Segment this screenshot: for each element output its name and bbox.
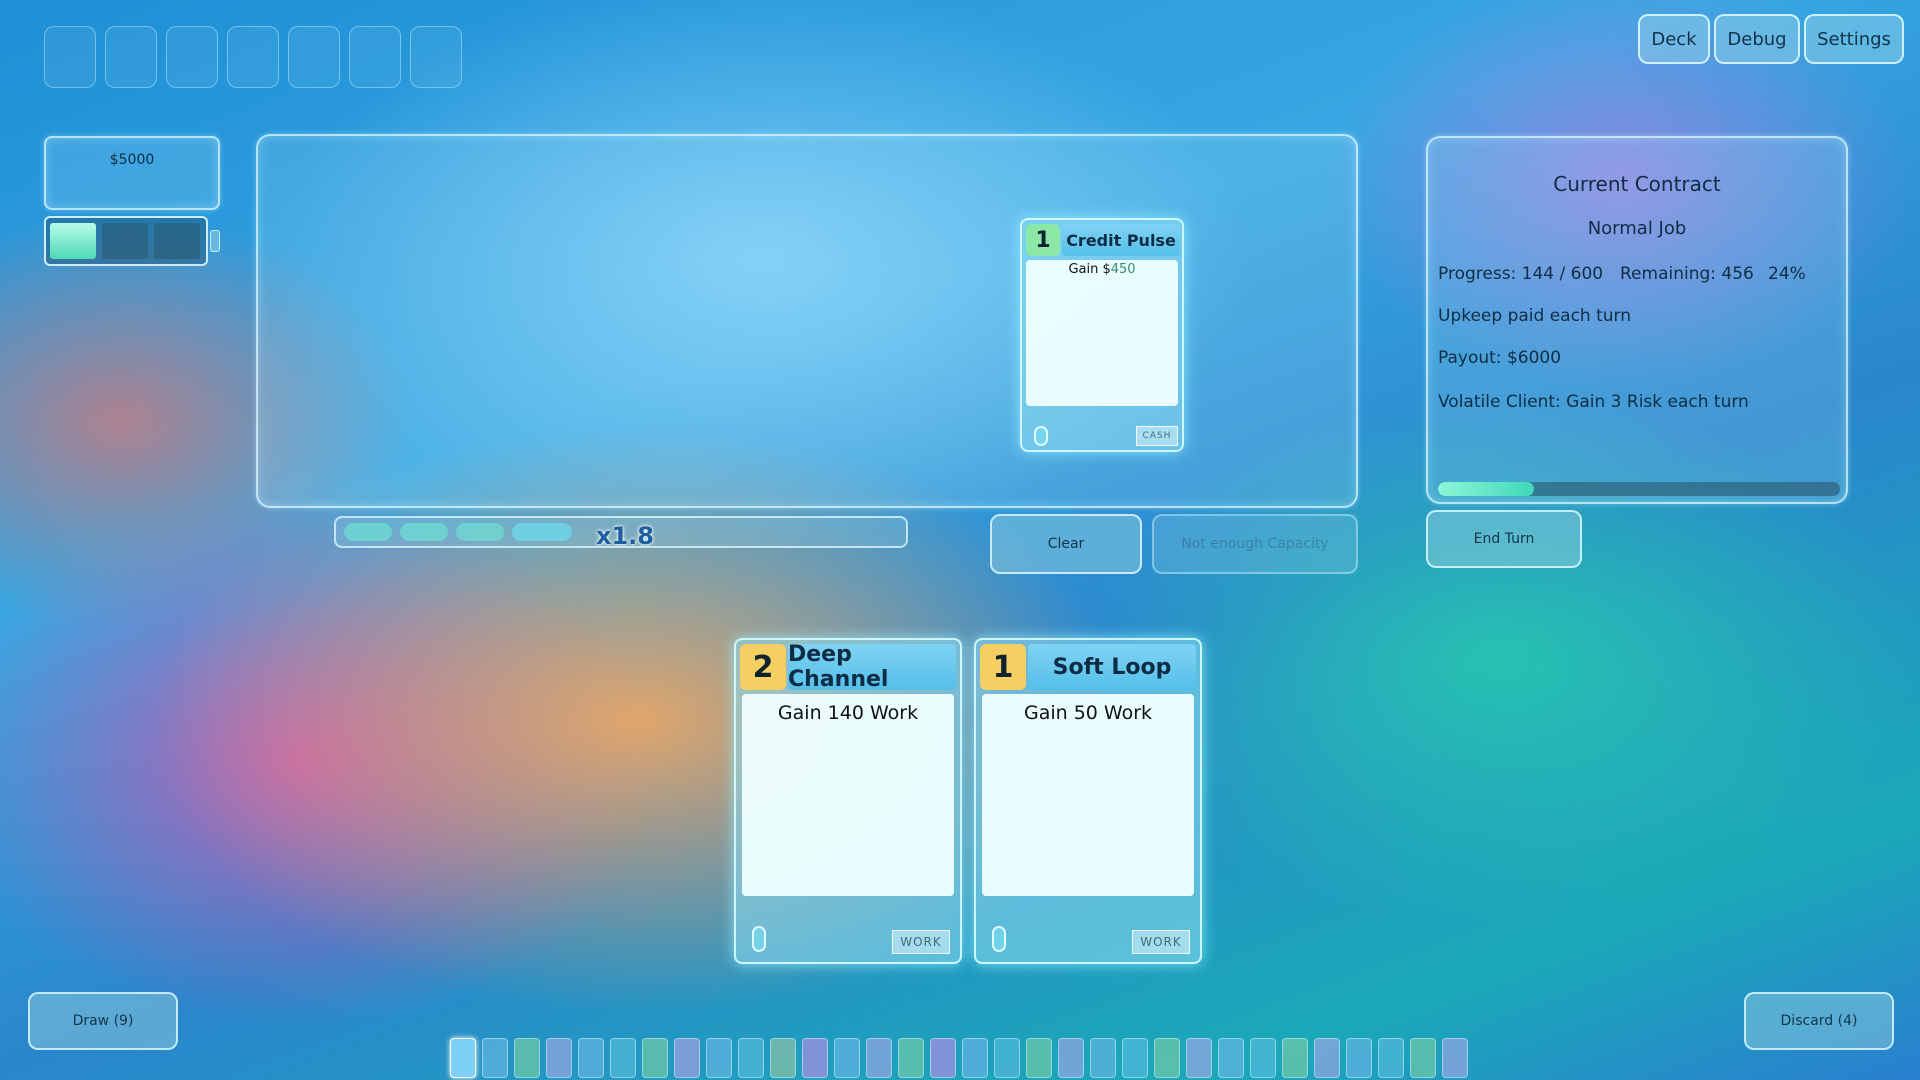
deck-strip-card[interactable] [1186, 1038, 1212, 1078]
energy-segment [102, 223, 148, 259]
contract-modifier: Volatile Client: Gain 3 Risk each turn [1438, 392, 1749, 412]
deck-strip-card[interactable] [898, 1038, 924, 1078]
multiplier-segment [512, 523, 572, 541]
deck-strip-card[interactable] [610, 1038, 636, 1078]
played-card-credit-pulse[interactable]: 1 Credit Pulse Gain $450 CASH [1020, 218, 1184, 452]
card-text: Gain 50 Work [982, 694, 1194, 896]
deck-strip-card[interactable] [1154, 1038, 1180, 1078]
card-title: Credit Pulse [1062, 224, 1180, 256]
deck-strip-card[interactable] [1218, 1038, 1244, 1078]
contract-payout: Payout: $6000 [1438, 348, 1562, 368]
deck-strip-card[interactable] [962, 1038, 988, 1078]
inventory-slot[interactable] [349, 26, 401, 88]
multiplier-segment [456, 523, 504, 541]
card-title: Soft Loop [1028, 644, 1196, 690]
deck-strip-card[interactable] [578, 1038, 604, 1078]
contract-progress: Progress: 144 / 600 [1438, 264, 1604, 284]
deck-strip-card[interactable] [1346, 1038, 1372, 1078]
energy-bar [44, 216, 208, 266]
card-pip [992, 926, 1006, 952]
inventory-slot[interactable] [44, 26, 96, 88]
card-text-prefix: Gain $ [1068, 262, 1111, 277]
deck-strip-card[interactable] [770, 1038, 796, 1078]
deck-strip-card[interactable] [1122, 1038, 1148, 1078]
deck-strip-card[interactable] [802, 1038, 828, 1078]
deck-strip-card[interactable] [1058, 1038, 1084, 1078]
deck-strip-card[interactable] [1026, 1038, 1052, 1078]
energy-segment [50, 223, 96, 259]
deck-strip-card[interactable] [994, 1038, 1020, 1078]
deck-strip-card[interactable] [930, 1038, 956, 1078]
multiplier-segment [400, 523, 448, 541]
contract-percent: 24% [1768, 264, 1806, 284]
debug-button[interactable]: Debug [1714, 14, 1800, 64]
card-tag: CASH [1136, 426, 1178, 446]
play-status-button[interactable]: Not enough Capacity [1152, 514, 1358, 574]
deck-strip-card[interactable] [1250, 1038, 1276, 1078]
inventory-slot[interactable] [288, 26, 340, 88]
deck-strip-card[interactable] [546, 1038, 572, 1078]
contract-remaining: Remaining: 456 [1620, 264, 1754, 284]
discard-pile-button[interactable]: Discard (4) [1744, 992, 1894, 1050]
card-pip [752, 926, 766, 952]
deck-strip-card[interactable] [866, 1038, 892, 1078]
card-title: Deep Channel [788, 642, 956, 692]
card-tag: WORK [892, 930, 950, 954]
deck-strip-card[interactable] [674, 1038, 700, 1078]
multiplier-segment [344, 523, 392, 541]
contract-progress-bar [1438, 482, 1840, 496]
contract-job: Normal Job [1587, 218, 1687, 239]
end-turn-button[interactable]: End Turn [1426, 510, 1582, 568]
deck-strip-card[interactable] [450, 1038, 476, 1078]
hand-card-soft-loop[interactable]: 1 Soft Loop Gain 50 Work WORK [974, 638, 1202, 964]
contract-upkeep: Upkeep paid each turn [1438, 306, 1632, 326]
card-text-value: 450 [1110, 262, 1136, 277]
draw-pile-button[interactable]: Draw (9) [28, 992, 178, 1050]
inventory-slot[interactable] [410, 26, 462, 88]
deck-strip-card[interactable] [1410, 1038, 1436, 1078]
deck-strip-card[interactable] [1314, 1038, 1340, 1078]
money-value: $5000 [109, 152, 155, 168]
play-area[interactable]: 1 Credit Pulse Gain $450 CASH [256, 134, 1358, 508]
deck-strip-card[interactable] [834, 1038, 860, 1078]
deck-strip-card[interactable] [706, 1038, 732, 1078]
inventory-slot[interactable] [227, 26, 279, 88]
card-pip [1034, 426, 1048, 446]
money-panel: $5000 [44, 136, 220, 210]
contract-title: Current Contract [1553, 172, 1721, 196]
deck-strip-card[interactable] [642, 1038, 668, 1078]
deck-strip-card[interactable] [482, 1038, 508, 1078]
deck-button[interactable]: Deck [1638, 14, 1710, 64]
deck-strip-card[interactable] [1090, 1038, 1116, 1078]
deck-strip-card[interactable] [1282, 1038, 1308, 1078]
card-cost: 1 [1026, 224, 1060, 256]
card-cost: 2 [740, 644, 786, 690]
card-cost: 1 [980, 644, 1026, 690]
card-tag: WORK [1132, 930, 1190, 954]
energy-cap [210, 230, 220, 252]
contract-panel: Current Contract Normal Job Progress: 14… [1426, 136, 1848, 504]
inventory-slot[interactable] [166, 26, 218, 88]
hand-card-deep-channel[interactable]: 2 Deep Channel Gain 140 Work WORK [734, 638, 962, 964]
deck-strip-card[interactable] [1378, 1038, 1404, 1078]
card-text: Gain 140 Work [742, 694, 954, 896]
deck-strip-card[interactable] [738, 1038, 764, 1078]
inventory-slot[interactable] [105, 26, 157, 88]
multiplier-label: x1.8 [596, 522, 654, 550]
settings-button[interactable]: Settings [1804, 14, 1904, 64]
contract-progress-fill [1438, 482, 1535, 496]
card-text: Gain $450 [1026, 260, 1178, 406]
deck-strip-card[interactable] [514, 1038, 540, 1078]
deck-strip-card[interactable] [1442, 1038, 1468, 1078]
energy-segment [154, 223, 200, 259]
clear-button[interactable]: Clear [990, 514, 1142, 574]
